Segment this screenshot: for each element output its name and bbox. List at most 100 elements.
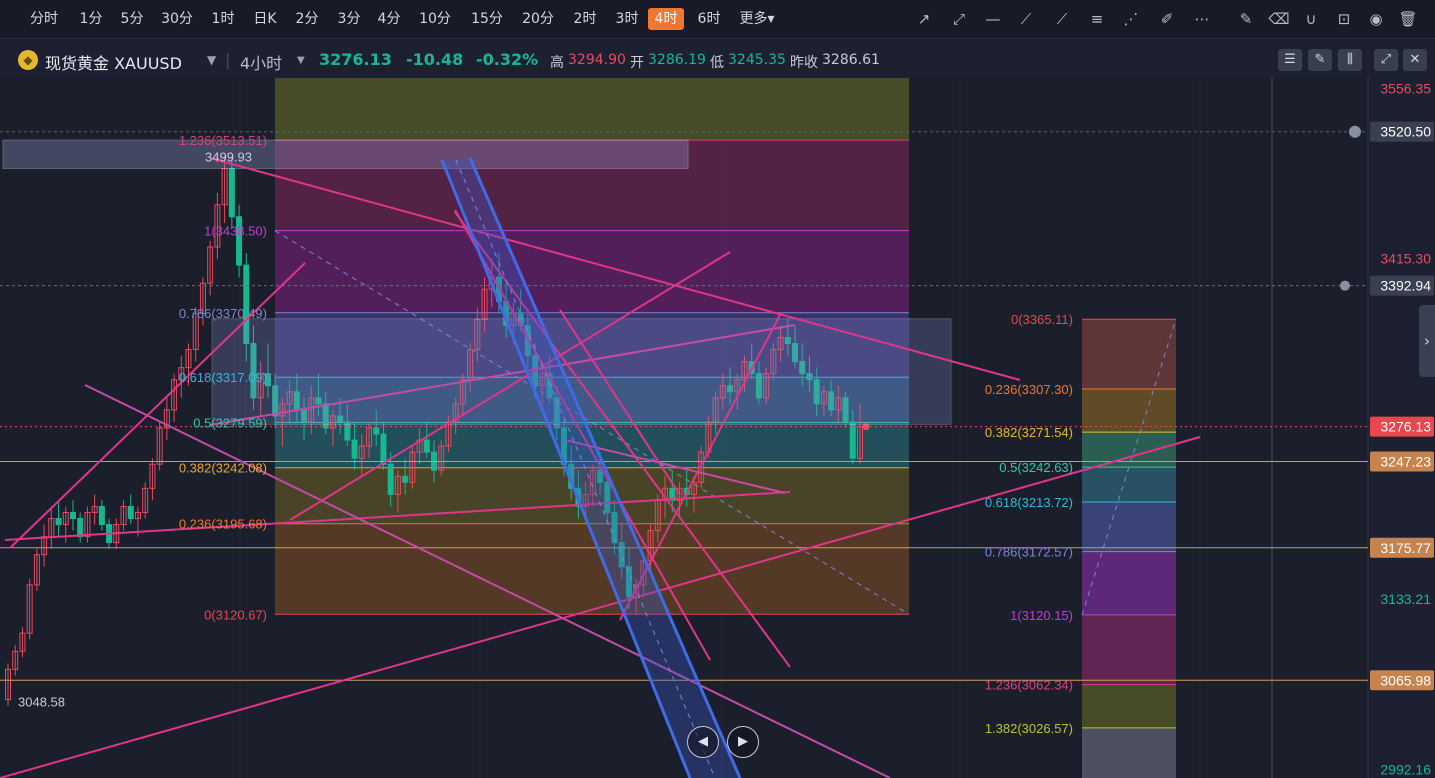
ray-icon[interactable]: ⤢	[948, 8, 970, 30]
low-value: 3245.35	[728, 52, 786, 68]
fib-fan-icon[interactable]: ⋰	[1120, 8, 1142, 30]
price-axis-label: 3520.50	[1380, 124, 1431, 140]
candle-body	[849, 421, 856, 459]
polyline-icon[interactable]: ⟋	[1015, 8, 1037, 30]
fib-ext-zone	[1082, 319, 1176, 390]
settings-icon[interactable]: ☰	[1278, 49, 1302, 71]
timeframe-1[interactable]: 1分	[76, 8, 106, 30]
pen-icon[interactable]: ✎	[1308, 49, 1332, 71]
timeframe-13[interactable]: 3时	[612, 8, 642, 30]
edit-icon[interactable]: ✎	[1235, 8, 1257, 30]
candle-body	[380, 433, 387, 465]
fib-left-label: 0.5(3279.59)	[193, 415, 267, 430]
timeframe-3[interactable]: 30分	[158, 8, 196, 30]
timeframe-8[interactable]: 4分	[374, 8, 404, 30]
high-label: 高	[550, 55, 564, 71]
timeframe-12[interactable]: 2时	[570, 8, 600, 30]
trend-line-icon[interactable]: ↗	[913, 8, 935, 30]
candle-body	[127, 505, 134, 520]
candle-body	[423, 439, 430, 453]
candle-type-icon[interactable]: ⫼	[1338, 49, 1362, 71]
divider: |	[225, 50, 231, 69]
rectangle-range	[211, 318, 952, 425]
fib-right-label: 0.382(3271.54)	[985, 425, 1073, 440]
eraser-icon[interactable]: ⌫	[1268, 8, 1290, 30]
fib-left-label: 1.236(3513.51)	[179, 133, 267, 148]
timeframe-7[interactable]: 3分	[334, 8, 364, 30]
prev-close-label: 昨收	[790, 55, 818, 71]
open-value: 3286.19	[648, 52, 706, 68]
horizontal-line-icon[interactable]: —	[982, 8, 1004, 30]
symbol-dropdown-icon[interactable]: ▼	[207, 53, 216, 67]
fib-ext-zone	[1082, 684, 1176, 728]
rectangle-top	[2, 139, 689, 170]
lock-icon[interactable]: ⊡	[1333, 8, 1355, 30]
price-axis-label: 3556.35	[1380, 80, 1431, 96]
timeframe-6[interactable]: 2分	[292, 8, 322, 30]
scroll-left-button[interactable]: ◀	[687, 726, 719, 758]
fib-zone	[275, 230, 909, 313]
fib-ext-zone	[1082, 614, 1176, 685]
alert-bell-icon	[1349, 125, 1361, 138]
fib-ext-zone	[1082, 467, 1176, 502]
candle-body	[373, 427, 380, 435]
timeframe-toolbar: 分时 1分 5分 30分 1时 日K 2分 3分 4分 10分 15分 20分 2时 3时 4时 6时 更多▾ …	[0, 0, 1435, 39]
candle-body	[69, 511, 76, 520]
fib-ext-zone	[1082, 501, 1176, 552]
brush-icon[interactable]: ✐	[1156, 8, 1178, 30]
fib-right-label: 1.382(3026.57)	[985, 721, 1073, 736]
symbol-name[interactable]: 现货黄金 XAUUSD	[45, 50, 182, 74]
fib-right-label: 0.5(3242.63)	[999, 460, 1073, 475]
price-change: -10.48	[406, 50, 464, 69]
period-label[interactable]: 4小时	[240, 50, 282, 74]
fib-ext-zone-bottom	[1082, 727, 1176, 778]
period-dropdown-icon[interactable]: ▼	[297, 55, 305, 66]
timeframe-15[interactable]: 6时	[694, 8, 724, 30]
expand-panel-icon[interactable]: ›	[1419, 305, 1435, 377]
price-annotation: 3499.93	[205, 150, 252, 165]
more-dots-icon[interactable]: ⋯	[1191, 8, 1213, 30]
segment-icon[interactable]: ⟋	[1051, 8, 1073, 30]
scroll-right-button[interactable]: ▶	[727, 726, 759, 758]
fib-left-label: 0(3120.67)	[204, 607, 267, 622]
fib-right-label: 1(3120.15)	[1010, 608, 1073, 623]
fib-retracement-icon[interactable]: ≡	[1086, 8, 1108, 30]
last-price: 3276.13	[319, 50, 392, 69]
price-change-pct: -0.32%	[476, 50, 539, 69]
price-axis-label: 3392.94	[1380, 278, 1431, 294]
alert-bell-icon	[1340, 280, 1350, 291]
eye-icon[interactable]: ◉	[1365, 8, 1387, 30]
prev-close-value: 3286.61	[822, 52, 880, 68]
fib-right-label: 1.236(3062.34)	[985, 678, 1073, 693]
timeframe-0[interactable]: 分时	[26, 8, 62, 30]
timeframe-2[interactable]: 5分	[117, 8, 147, 30]
fib-right-label: 0(3365.11)	[1011, 312, 1073, 327]
fib-right-label: 0.236(3307.30)	[985, 382, 1073, 397]
price-axis-label: 3175.77	[1380, 540, 1431, 556]
fib-left-label: 0.236(3195.68)	[179, 517, 267, 532]
low-label: 低	[710, 55, 724, 71]
fib-ext-zone	[1082, 551, 1176, 615]
high-value: 3294.90	[568, 52, 626, 68]
timeframe-10[interactable]: 15分	[468, 8, 506, 30]
price-chart[interactable]: 1.236(3513.51) 1(3438.50) 0.786(3370.49) 0.…	[0, 0, 1435, 778]
timeframe-5[interactable]: 日K	[250, 8, 280, 30]
magnet-icon[interactable]: ∪	[1300, 8, 1322, 30]
timeframe-9[interactable]: 10分	[416, 8, 454, 30]
fib-left-label: 0.618(3317.09)	[179, 370, 267, 385]
timeframe-14[interactable]: 4时	[648, 8, 684, 30]
timeframe-11[interactable]: 20分	[519, 8, 557, 30]
fib-left-label: 0.382(3242.08)	[179, 461, 267, 476]
timeframe-16[interactable]: 更多▾	[735, 8, 779, 30]
fullscreen-icon[interactable]: ⤢	[1374, 49, 1398, 71]
candle-body	[351, 439, 358, 459]
candle-body	[402, 475, 409, 483]
fib-left-label: 0.786(3370.49)	[179, 306, 267, 321]
timeframe-4[interactable]: 1时	[208, 8, 238, 30]
trash-icon[interactable]: 🗑	[1397, 8, 1419, 30]
close-icon[interactable]: ✕	[1403, 49, 1427, 71]
price-axis-label: 3247.23	[1380, 454, 1431, 470]
gold-coin-icon: ◆	[18, 50, 38, 70]
symbol-info-bar: ◆ 现货黄金 XAUUSD ▼ | 4小时 ▼ 3276.13 -10.48 -…	[0, 44, 1435, 76]
candle-body	[387, 463, 394, 495]
